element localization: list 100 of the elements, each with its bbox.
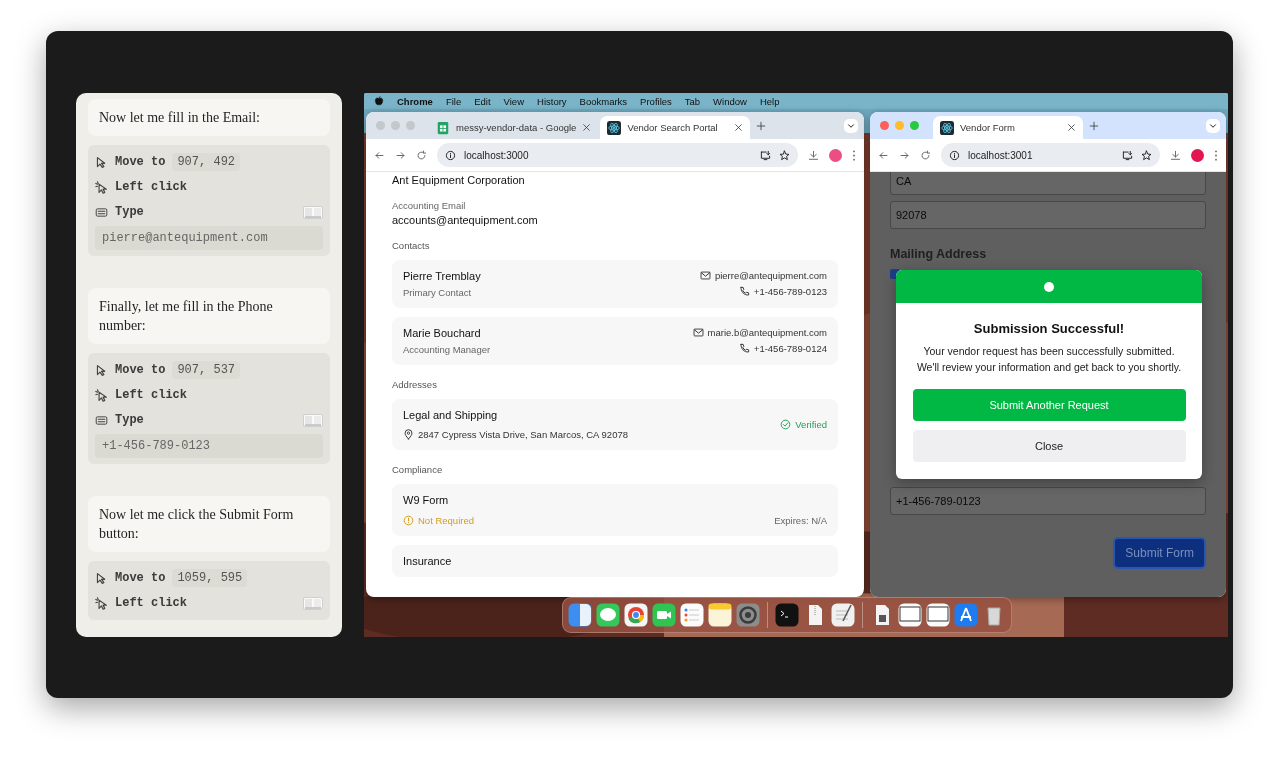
close-icon xyxy=(734,123,744,132)
browser-tab[interactable]: messy-vendor-data - Google xyxy=(429,116,599,139)
atom-icon xyxy=(940,120,954,135)
action-label: Move to xyxy=(115,571,166,585)
star-icon xyxy=(779,149,790,161)
more-icon xyxy=(1214,149,1218,161)
contact-name: Marie Bouchard xyxy=(403,327,482,339)
avatar-icon[interactable] xyxy=(1191,148,1204,162)
phone-icon xyxy=(738,286,750,297)
window-thumbnail-icon[interactable] xyxy=(898,603,922,627)
address-bar[interactable]: localhost:3000 xyxy=(437,143,798,167)
field-label: Accounting Email xyxy=(392,200,467,211)
expiry-date: Expires: N/A xyxy=(774,515,827,526)
chat-bubble-icon[interactable] xyxy=(596,603,620,627)
ring-logo-icon[interactable] xyxy=(624,603,648,627)
click-cursor-icon xyxy=(95,180,108,194)
menu-item[interactable]: Help xyxy=(759,95,780,107)
download-icon xyxy=(808,149,819,161)
close-icon xyxy=(582,123,592,132)
dot-icon xyxy=(1044,281,1054,292)
address-title: Legal and Shipping xyxy=(403,409,499,421)
section-heading: Addresses xyxy=(392,379,438,390)
menu-item[interactable]: Bookmarks xyxy=(579,95,628,107)
document-title: Insurance xyxy=(403,555,452,567)
spreadsheet-icon xyxy=(436,120,450,135)
coordinates: 907, 492 xyxy=(172,153,241,171)
terminal-icon[interactable] xyxy=(775,603,799,627)
gear-icon[interactable] xyxy=(736,603,760,627)
action-label: Type xyxy=(115,205,144,219)
back-icon xyxy=(878,149,889,161)
document-title: W9 Form xyxy=(403,494,450,506)
menu-item[interactable]: Tab xyxy=(684,95,701,107)
click-cursor-icon xyxy=(95,388,108,402)
location-pin-icon xyxy=(403,429,414,440)
browser-tab[interactable]: Vendor Search Portal xyxy=(600,116,751,139)
video-camera-icon[interactable] xyxy=(652,603,676,627)
typed-text: +1-456-789-0123 xyxy=(95,434,323,458)
monitor-download-icon xyxy=(760,149,771,161)
forward-icon xyxy=(899,149,910,161)
coordinates: 907, 537 xyxy=(172,361,241,379)
contact-phone: +1-456-789-0123 xyxy=(753,286,827,297)
plus-icon xyxy=(1089,120,1099,131)
mail-icon xyxy=(699,270,711,281)
contact-name: Pierre Tremblay xyxy=(403,270,481,282)
screenshot-thumbnail xyxy=(303,205,323,219)
section-heading: Mailing Address xyxy=(890,247,988,261)
more-icon xyxy=(852,149,856,161)
pencil-paper-icon[interactable] xyxy=(831,603,855,627)
checklist-icon[interactable] xyxy=(680,603,704,627)
menu-item[interactable]: Edit xyxy=(474,95,491,107)
download-icon xyxy=(1170,149,1181,161)
close-icon xyxy=(1067,123,1076,132)
screenshot-thumbnail xyxy=(303,413,323,427)
dialog-title: Submission Successful! xyxy=(973,321,1125,336)
mail-icon xyxy=(692,327,704,338)
close-button[interactable]: Close xyxy=(912,430,1186,462)
contact-email: marie.b@antequipment.com xyxy=(707,327,827,338)
browser-tab[interactable]: Vendor Form xyxy=(933,116,1083,139)
notepad-icon[interactable] xyxy=(708,603,732,627)
action-label: Move to xyxy=(115,363,166,377)
dialog-message: Your vendor request has been successfully submitted. We'll review your information and get back to you shortly. xyxy=(915,344,1183,375)
status-label: Verified xyxy=(795,419,827,430)
contact-role: Accounting Manager xyxy=(403,344,491,355)
menu-item[interactable]: Profiles xyxy=(640,95,672,107)
address-bar[interactable]: localhost:3001 xyxy=(941,143,1160,167)
section-heading: Compliance xyxy=(392,464,444,475)
coordinates: 1059, 595 xyxy=(172,569,248,587)
letter-glyph-app-icon[interactable] xyxy=(954,603,978,627)
address-text: 2847 Cypress Vista Drive, San Marcos, CA 92078 xyxy=(418,429,628,440)
contact-email: pierre@antequipment.com xyxy=(714,270,827,281)
atom-icon xyxy=(607,120,622,135)
menu-item[interactable]: Window xyxy=(713,95,747,107)
action-label: Left click xyxy=(115,388,187,402)
menu-item[interactable]: View xyxy=(503,95,524,107)
status-label: Not Required xyxy=(418,515,474,526)
cursor-icon xyxy=(95,155,108,169)
star-icon xyxy=(1141,149,1152,161)
cursor-icon xyxy=(95,571,108,585)
info-icon xyxy=(949,149,960,161)
reload-icon xyxy=(920,149,931,161)
action-label: Left click xyxy=(115,180,187,194)
alert-circle-icon xyxy=(403,515,414,526)
check-circle-icon xyxy=(780,419,792,430)
screenshot-thumbnail xyxy=(303,596,323,610)
menu-item[interactable]: Chrome xyxy=(397,95,433,107)
menu-item[interactable]: File xyxy=(445,95,462,107)
submit-button[interactable]: Submit Form xyxy=(1113,537,1206,569)
email-value: accounts@antequipment.com xyxy=(392,214,539,226)
action-label: Move to xyxy=(115,155,166,169)
typed-text: pierre@antequipment.com xyxy=(95,226,323,250)
forward-icon xyxy=(395,149,406,161)
company-name: Ant Equipment Corporation xyxy=(392,174,526,186)
click-cursor-icon xyxy=(95,596,108,610)
cursor-icon xyxy=(95,363,108,377)
menu-item[interactable]: History xyxy=(537,95,567,107)
phone-icon xyxy=(738,343,750,354)
avatar-icon[interactable] xyxy=(829,148,842,162)
assistant-message: Now let me click the Submit Form button: xyxy=(88,496,330,552)
action-label: Type xyxy=(115,413,144,427)
window-thumbnail-icon[interactable] xyxy=(926,603,950,627)
